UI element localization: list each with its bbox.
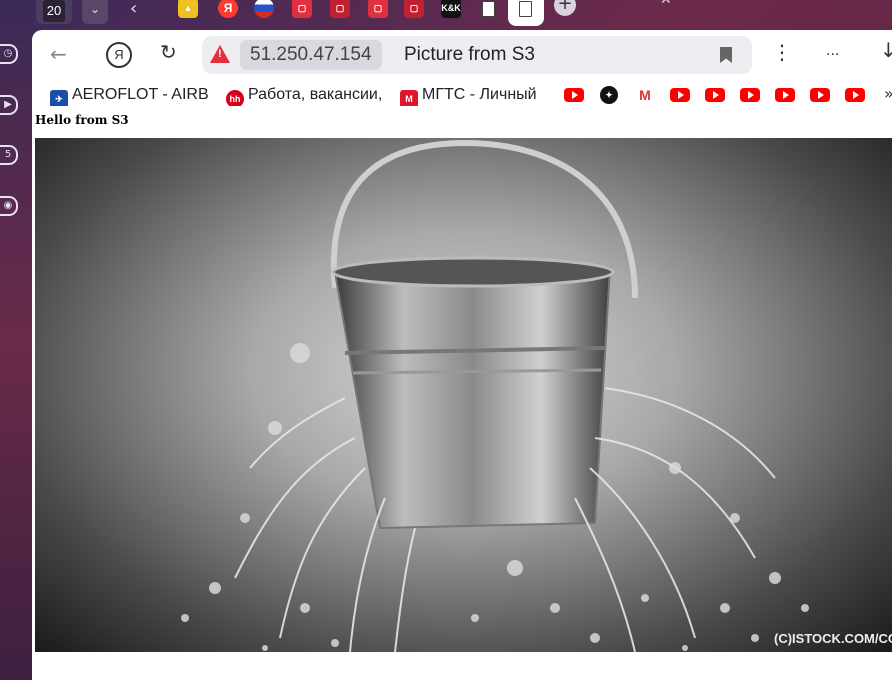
bookmark-label: МГТС - Личный bbox=[422, 86, 537, 103]
bucket-body bbox=[333, 266, 612, 530]
bookmark-label: AEROFLOT - AIRB bbox=[72, 86, 208, 103]
new-tab-button[interactable]: + bbox=[554, 0, 576, 16]
leaking-bucket-image: (C)ISTOCK.COM/CO bbox=[35, 138, 892, 652]
chevron-down-icon[interactable]: ⌄ bbox=[82, 0, 108, 24]
bucket-rim bbox=[331, 256, 615, 288]
document-icon bbox=[519, 1, 532, 17]
mgts-icon: М bbox=[400, 90, 418, 106]
tab-favicon-russia[interactable] bbox=[254, 0, 274, 18]
aeroflot-icon: ✈ bbox=[50, 90, 68, 106]
youtube-icon[interactable] bbox=[670, 88, 690, 102]
bookmark-hh[interactable]: hh Работа, вакансии, bbox=[226, 84, 386, 106]
page-title: Picture from S3 bbox=[404, 44, 535, 65]
play-icon[interactable]: ▶ bbox=[0, 95, 18, 115]
youtube-icon[interactable] bbox=[845, 88, 865, 102]
page-content: Hello from S3 (C)ISTOCK.COM/CO bbox=[32, 110, 892, 680]
tab-favicon-red-2[interactable]: ▢ bbox=[330, 0, 350, 18]
close-window-icon[interactable]: ✕ bbox=[660, 0, 672, 8]
reload-icon[interactable]: ↻ bbox=[160, 40, 177, 64]
tab-favicon-yandex[interactable]: Я bbox=[218, 0, 238, 18]
gmail-icon[interactable]: M bbox=[636, 86, 654, 104]
tab-favicon-red-4[interactable]: ▢ bbox=[404, 0, 424, 18]
browser-sidebar: ◷ ▶ 5 ◉ bbox=[0, 0, 32, 680]
tab-count-button[interactable]: 20 bbox=[36, 0, 72, 24]
tab-strip: 20 ⌄ ‹ ▲ Я ▢ ▢ ▢ ▢ K&K + ✕ bbox=[0, 0, 892, 30]
bucket-illustration bbox=[181, 139, 809, 652]
history-icon[interactable]: ◷ bbox=[0, 44, 18, 64]
download-icon[interactable]: ↓ bbox=[880, 38, 892, 62]
kebab-menu-icon[interactable]: ⋮ bbox=[772, 40, 792, 64]
warning-exclamation: ! bbox=[218, 48, 222, 60]
tab-favicon-red-1[interactable]: ▢ bbox=[292, 0, 312, 18]
bookmarks-overflow-icon[interactable]: » bbox=[884, 84, 892, 103]
hh-icon: hh bbox=[226, 90, 244, 106]
counter-icon[interactable]: 5 bbox=[0, 145, 18, 165]
youtube-icon[interactable] bbox=[705, 88, 725, 102]
tab-favicon-red-3[interactable]: ▢ bbox=[368, 0, 388, 18]
address-host[interactable]: 51.250.47.154 bbox=[240, 40, 382, 70]
bookmark-aeroflot[interactable]: ✈ AEROFLOT - AIRB bbox=[50, 84, 208, 106]
yandex-button[interactable]: Я bbox=[106, 42, 132, 68]
youtube-icon[interactable] bbox=[775, 88, 795, 102]
tab-favicon-gallery[interactable]: ▲ bbox=[178, 0, 198, 18]
address-bar[interactable]: ! 51.250.47.154 Picture from S3 bbox=[202, 36, 752, 74]
browser-window: ← Я ↻ ! 51.250.47.154 Picture from S3 ⋮ … bbox=[32, 30, 892, 680]
bookmarks-bar: ✈ AEROFLOT - AIRB hh Работа, вакансии, М МГ… bbox=[32, 80, 892, 110]
tab-favicon-kk[interactable]: K&K bbox=[441, 0, 461, 18]
page-heading: Hello from S3 bbox=[35, 113, 129, 127]
tab-document-icon[interactable] bbox=[482, 1, 495, 17]
bookmark-label: Работа, вакансии, bbox=[248, 86, 383, 103]
browser-toolbar: ← Я ↻ ! 51.250.47.154 Picture from S3 ⋮ … bbox=[32, 30, 892, 80]
bookmark-mgts[interactable]: М МГТС - Личный bbox=[400, 84, 548, 106]
active-tab[interactable] bbox=[508, 0, 544, 26]
openai-icon[interactable]: ✦ bbox=[600, 86, 618, 104]
youtube-icon[interactable] bbox=[810, 88, 830, 102]
back-arrow-icon[interactable]: ← bbox=[50, 42, 67, 66]
youtube-icon[interactable] bbox=[564, 88, 584, 102]
more-button[interactable]: ... bbox=[826, 42, 839, 60]
camera-icon[interactable]: ◉ bbox=[0, 196, 18, 216]
bookmark-icon[interactable] bbox=[720, 47, 732, 63]
tabs-scroll-left-icon[interactable]: ‹ bbox=[130, 0, 137, 19]
youtube-icon[interactable] bbox=[740, 88, 760, 102]
image-credit: (C)ISTOCK.COM/CO bbox=[774, 631, 892, 646]
